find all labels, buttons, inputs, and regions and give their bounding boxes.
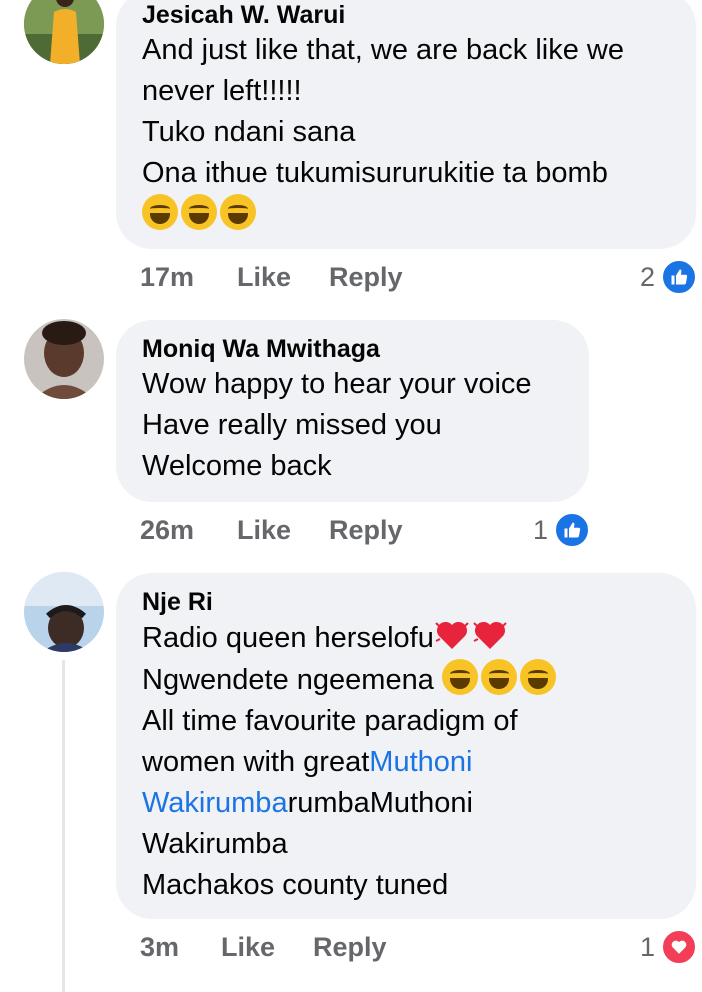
comment-line: Tuko ndani sana xyxy=(142,116,356,148)
laughing-tears-emoji xyxy=(441,659,478,695)
comment-line: All time favourite paradigm of xyxy=(142,705,518,737)
comment-line: And just like that, we are back like we xyxy=(142,34,624,66)
comment-time[interactable]: 26m xyxy=(140,515,194,546)
comment-line: women with greatMuthoni xyxy=(142,742,670,783)
reaction-summary[interactable]: 1 xyxy=(640,929,698,965)
comment-text: Radio queen herselofu Ngwendete ngeemena… xyxy=(142,617,670,906)
laughing-tears-emoji xyxy=(519,659,556,695)
comment-bubble: Nje Ri Radio queen herselofu Ngwendete n… xyxy=(116,573,696,919)
reply-button[interactable]: Reply xyxy=(329,262,403,293)
thumbs-up-icon xyxy=(554,512,591,548)
comment-line: Ona ithue tukumisururukitie ta bomb xyxy=(142,157,608,189)
mention-link[interactable]: Wakirumba xyxy=(142,787,288,819)
avatar-photo xyxy=(24,319,104,399)
laughing-tears-emoji xyxy=(142,194,178,230)
comment-author[interactable]: Moniq Wa Mwithaga xyxy=(142,334,563,364)
comment-line-text: Radio queen herselofu xyxy=(142,622,434,654)
comment-bubble: Jesicah W. Warui And just like that, we … xyxy=(116,0,696,249)
heart-icon xyxy=(661,929,698,965)
comment-line-text: Ngwendete ngeemena xyxy=(142,664,434,696)
comment-line: Welcome back xyxy=(142,450,332,482)
laughing-tears-emoji xyxy=(220,194,256,230)
comment-line: never left!!!!! xyxy=(142,75,302,107)
comment-line-text: women with great xyxy=(142,746,370,778)
avatar-photo xyxy=(24,0,104,64)
comment-line-text: rumbaMuthoni xyxy=(287,787,473,819)
comment-author[interactable]: Jesicah W. Warui xyxy=(142,0,670,30)
comment-line: Wakirumba xyxy=(142,828,288,860)
comment-bubble: Moniq Wa Mwithaga Wow happy to hear your… xyxy=(116,320,589,502)
reaction-count: 2 xyxy=(640,261,656,292)
like-button[interactable]: Like xyxy=(237,515,291,546)
reaction-count: 1 xyxy=(640,931,656,962)
laughing-tears-emoji xyxy=(181,194,217,230)
comment-author[interactable]: Nje Ri xyxy=(142,587,670,617)
emoji-line xyxy=(142,194,670,236)
avatar[interactable] xyxy=(24,319,104,399)
avatar[interactable] xyxy=(24,572,104,652)
comment-line: WakirumbarumbaMuthoni xyxy=(142,783,670,824)
heart-emoji xyxy=(473,621,507,649)
reaction-summary[interactable]: 2 xyxy=(640,259,698,295)
comment-line: Wow happy to hear your voice xyxy=(142,368,532,400)
mention-link[interactable]: Muthoni xyxy=(369,746,472,778)
like-button[interactable]: Like xyxy=(237,262,291,293)
comment-time[interactable]: 3m xyxy=(140,932,179,963)
reaction-summary[interactable]: 1 xyxy=(533,512,591,548)
reaction-count: 1 xyxy=(533,514,549,545)
reply-button[interactable]: Reply xyxy=(313,932,387,963)
avatar-photo xyxy=(24,572,104,652)
comment-line: Ngwendete ngeemena xyxy=(142,659,670,701)
comment-time[interactable]: 17m xyxy=(140,262,194,293)
comment-line: Have really missed you xyxy=(142,409,442,441)
heart-emoji xyxy=(435,621,469,649)
reply-button[interactable]: Reply xyxy=(329,515,403,546)
avatar[interactable] xyxy=(24,0,104,64)
comment-text: Wow happy to hear your voice Have really… xyxy=(142,364,563,487)
comment-text: And just like that, we are back like we … xyxy=(142,30,670,236)
like-button[interactable]: Like xyxy=(221,932,275,963)
reply-thread-line xyxy=(62,660,65,992)
comment-line: Machakos county tuned xyxy=(142,869,449,901)
laughing-tears-emoji xyxy=(480,659,517,695)
comment-line: Radio queen herselofu xyxy=(142,617,670,659)
thumbs-up-icon xyxy=(661,259,698,295)
